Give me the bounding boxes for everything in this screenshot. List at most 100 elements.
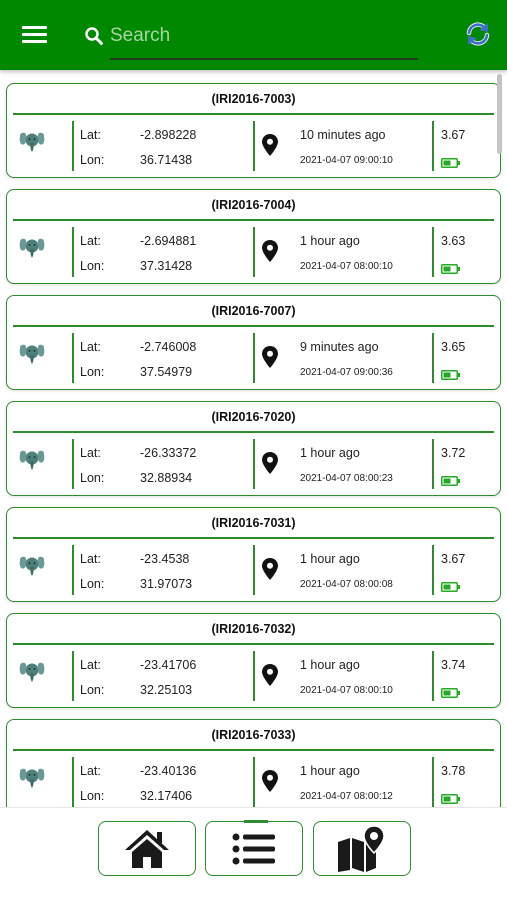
lon-value: 31.97073	[140, 577, 193, 591]
device-id: (IRI2016-7032)	[211, 622, 296, 636]
lat-label: Lat:	[80, 764, 101, 778]
elephant-icon	[19, 450, 45, 470]
last-seen-text: 1 hour ago	[300, 234, 360, 248]
timestamp: 2021-04-07 08:00:12	[300, 791, 393, 802]
top-app-bar	[0, 0, 507, 70]
column-divider	[72, 333, 74, 383]
home-button[interactable]	[98, 821, 196, 876]
battery-voltage: 3.65	[441, 340, 466, 354]
location-pin-icon[interactable]	[262, 240, 278, 262]
battery-icon	[441, 264, 460, 274]
app-screen: (IRI2016-7003) Lat: -2.898228 Lon: 36.71…	[0, 0, 507, 900]
device-card[interactable]: (IRI2016-7007) Lat: -2.746008 Lon: 37.54…	[6, 295, 501, 390]
timestamp: 2021-04-07 08:00:23	[300, 473, 393, 484]
battery-voltage: 3.78	[441, 764, 466, 778]
search-icon	[85, 27, 103, 45]
location-pin-icon[interactable]	[262, 558, 278, 580]
lat-value: -2.898228	[140, 128, 197, 142]
search-bar	[82, 18, 418, 62]
device-card[interactable]: (IRI2016-7020) Lat: -26.33372 Lon: 32.88…	[6, 401, 501, 496]
map-button[interactable]	[313, 821, 411, 876]
title-divider	[13, 749, 494, 751]
lon-label: Lon:	[80, 259, 105, 273]
device-card[interactable]: (IRI2016-7003) Lat: -2.898228 Lon: 36.71…	[6, 83, 501, 178]
title-divider	[13, 219, 494, 221]
timestamp: 2021-04-07 08:00:10	[300, 685, 393, 696]
lon-value: 36.71438	[140, 153, 193, 167]
device-id: (IRI2016-7020)	[211, 410, 296, 424]
column-divider	[253, 227, 255, 277]
active-indicator	[244, 820, 268, 823]
title-divider	[13, 431, 494, 433]
last-seen-text: 10 minutes ago	[300, 128, 386, 142]
elephant-icon	[19, 768, 45, 788]
menu-icon[interactable]	[22, 24, 48, 46]
column-divider	[432, 121, 434, 171]
home-icon	[125, 829, 169, 868]
column-divider	[72, 545, 74, 595]
battery-voltage: 3.67	[441, 552, 466, 566]
elephant-icon	[19, 238, 45, 258]
timestamp: 2021-04-07 09:00:36	[300, 367, 393, 378]
location-pin-icon[interactable]	[262, 452, 278, 474]
lon-label: Lon:	[80, 789, 105, 803]
last-seen-text: 1 hour ago	[300, 446, 360, 460]
column-divider	[253, 121, 255, 171]
list-button[interactable]	[205, 820, 303, 876]
lat-value: -23.41706	[140, 658, 197, 672]
device-card[interactable]: (IRI2016-7032) Lat: -23.41706 Lon: 32.25…	[6, 613, 501, 708]
elephant-icon	[19, 344, 45, 364]
column-divider	[253, 439, 255, 489]
title-divider	[13, 643, 494, 645]
device-id: (IRI2016-7033)	[211, 728, 296, 742]
column-divider	[72, 651, 74, 701]
column-divider	[72, 227, 74, 277]
lat-value: -26.33372	[140, 446, 197, 460]
lon-label: Lon:	[80, 577, 105, 591]
elephant-icon	[19, 662, 45, 682]
column-divider	[432, 651, 434, 701]
search-input[interactable]	[110, 22, 410, 50]
refresh-icon[interactable]	[464, 20, 492, 48]
device-id: (IRI2016-7003)	[211, 92, 296, 106]
column-divider	[253, 333, 255, 383]
location-pin-icon[interactable]	[262, 134, 278, 156]
lat-value: -2.694881	[140, 234, 197, 248]
map-icon	[338, 825, 385, 872]
last-seen-text: 1 hour ago	[300, 552, 360, 566]
battery-icon	[441, 370, 460, 380]
device-card[interactable]: (IRI2016-7031) Lat: -23.4538 Lon: 31.970…	[6, 507, 501, 602]
device-card[interactable]: (IRI2016-7004) Lat: -2.694881 Lon: 37.31…	[6, 189, 501, 284]
lon-value: 37.54979	[140, 365, 193, 379]
location-pin-icon[interactable]	[262, 664, 278, 686]
lon-value: 32.25103	[140, 683, 193, 697]
lat-label: Lat:	[80, 340, 101, 354]
last-seen-text: 1 hour ago	[300, 764, 360, 778]
device-list[interactable]: (IRI2016-7003) Lat: -2.898228 Lon: 36.71…	[0, 72, 507, 807]
column-divider	[253, 545, 255, 595]
timestamp: 2021-04-07 09:00:10	[300, 155, 393, 166]
column-divider	[72, 439, 74, 489]
title-divider	[13, 537, 494, 539]
column-divider	[72, 121, 74, 171]
lon-value: 32.17406	[140, 789, 193, 803]
lat-label: Lat:	[80, 234, 101, 248]
column-divider	[432, 333, 434, 383]
lon-value: 37.31428	[140, 259, 193, 273]
last-seen-text: 9 minutes ago	[300, 340, 379, 354]
lat-label: Lat:	[80, 658, 101, 672]
column-divider	[432, 439, 434, 489]
lon-label: Lon:	[80, 683, 105, 697]
scrollbar[interactable]	[497, 74, 502, 154]
battery-voltage: 3.74	[441, 658, 466, 672]
lat-label: Lat:	[80, 446, 101, 460]
lon-value: 32.88934	[140, 471, 193, 485]
device-card[interactable]: (IRI2016-7033) Lat: -23.40136 Lon: 32.17…	[6, 719, 501, 807]
location-pin-icon[interactable]	[262, 346, 278, 368]
location-pin-icon[interactable]	[262, 770, 278, 792]
last-seen-text: 1 hour ago	[300, 658, 360, 672]
battery-voltage: 3.67	[441, 128, 466, 142]
lat-value: -2.746008	[140, 340, 197, 354]
title-divider	[13, 113, 494, 115]
device-id: (IRI2016-7031)	[211, 516, 296, 530]
